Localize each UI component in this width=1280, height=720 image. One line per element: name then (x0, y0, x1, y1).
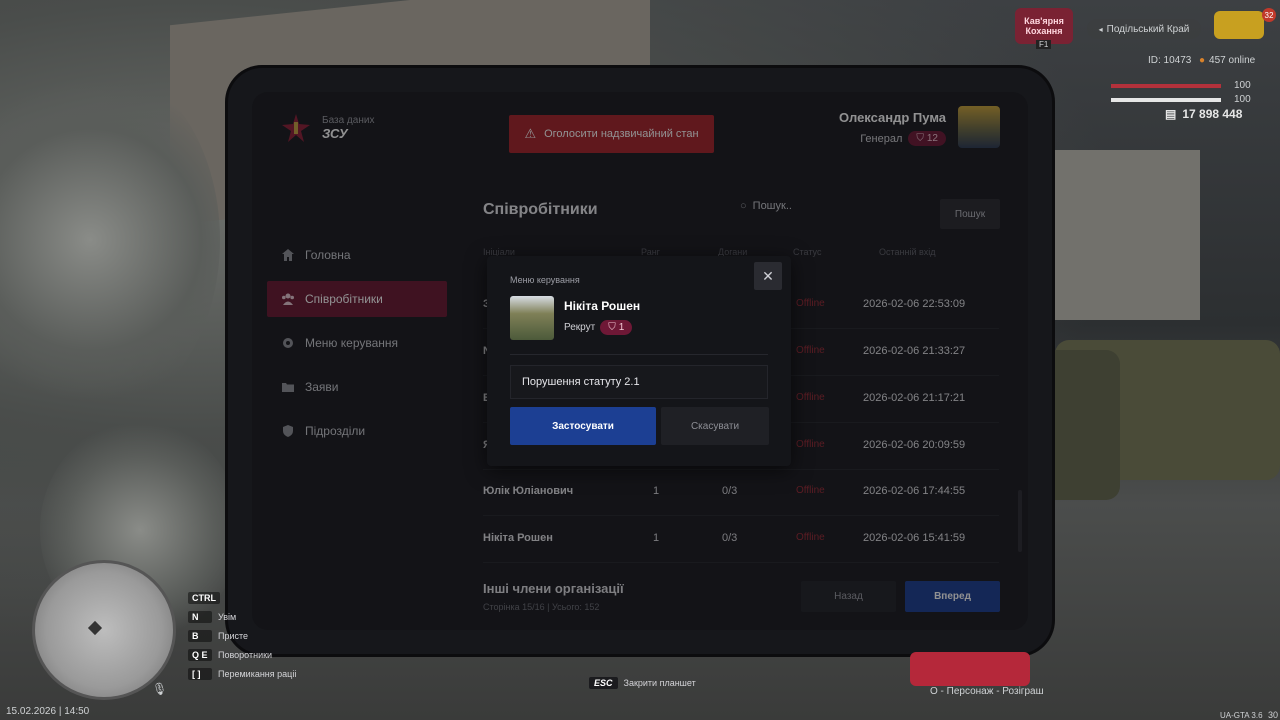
location-icon: ◂ (1098, 24, 1103, 34)
online-dot-icon: ● (1199, 55, 1206, 66)
money-icon: ▤ (1165, 107, 1177, 121)
giveaway-label: O - Персонаж - Розіграш (930, 686, 1044, 697)
christmas-giveaway-banner[interactable] (910, 652, 1030, 686)
server-name: Подільський Край (1106, 23, 1190, 35)
armor-bar (1111, 98, 1221, 102)
key-label: Q E (188, 648, 212, 661)
keybind-row: Q E Поворотники (188, 645, 296, 664)
game-logo (1214, 11, 1264, 39)
divider (510, 354, 768, 355)
key-label: N (188, 610, 212, 623)
server-pill: ◂ Подільський Край (1087, 19, 1201, 39)
key-action: Перемикання раціі (218, 668, 297, 679)
apply-button[interactable]: Застосувати (510, 407, 656, 445)
close-tablet-hint: ESC Закрити планшет (589, 677, 696, 689)
key-label: B (188, 629, 212, 642)
keybind-row: [ ] Перемикання раціі (188, 664, 296, 683)
version-label: UA-GTA 3.6 (1220, 711, 1263, 720)
rank-shield-icon: ⛉ (608, 322, 616, 333)
reason-input[interactable]: Порушення статуту 2.1 (510, 365, 768, 399)
online-label: 457 online (1209, 55, 1256, 66)
cancel-button[interactable]: Скасувати (661, 407, 769, 445)
level-badge: 32 (1262, 8, 1276, 22)
member-rank-row: Рекрут ⛉ 1 (564, 320, 633, 335)
event-banner[interactable]: Кав'ярня Кохання (1015, 8, 1073, 44)
microphone-icon: 🎙 (152, 682, 168, 696)
armor-value: 100 (1234, 94, 1251, 105)
date-time: 15.02.2026 | 14:50 (6, 706, 90, 717)
player-arrow-icon (87, 620, 103, 636)
keybind-hints: CTRL N Увім B Присте Q E Поворотники [ ] Пер… (188, 588, 296, 683)
member-rank-level: 1 (618, 322, 625, 333)
member-rank-badge: ⛉ 1 (600, 320, 633, 335)
key-label: CTRL (188, 591, 220, 604)
minimap (32, 560, 176, 700)
member-rank: Рекрут (564, 322, 596, 333)
close-tablet-label: Закрити планшет (623, 678, 696, 688)
key-action: Присте (218, 630, 249, 641)
side-number: 30 (1268, 710, 1279, 720)
key-label: [ ] (188, 667, 212, 680)
keybind-row: N Увім (188, 607, 296, 626)
player-id: ID: 10473 (1148, 55, 1192, 66)
close-icon[interactable]: ✕ (754, 262, 782, 290)
modal-title: Меню керування (510, 275, 580, 285)
key-action: Увім (218, 611, 237, 622)
health-bar (1111, 84, 1221, 88)
money-display: ▤ 17 898 448 (1165, 107, 1242, 121)
member-name: Нікіта Рошен (564, 299, 641, 313)
online-count: ● 457 online (1199, 55, 1255, 66)
esc-key: ESC (589, 677, 618, 689)
keybind-row: B Присте (188, 626, 296, 645)
member-avatar (510, 296, 554, 340)
key-action: Поворотники (218, 649, 273, 660)
keybind-row: CTRL (188, 588, 296, 607)
health-value: 100 (1234, 80, 1251, 91)
control-menu-modal: Меню керування ✕ Нікіта Рошен Рекрут ⛉ 1… (487, 256, 791, 466)
event-key: F1 (1036, 40, 1052, 49)
money-value: 17 898 448 (1182, 107, 1243, 121)
